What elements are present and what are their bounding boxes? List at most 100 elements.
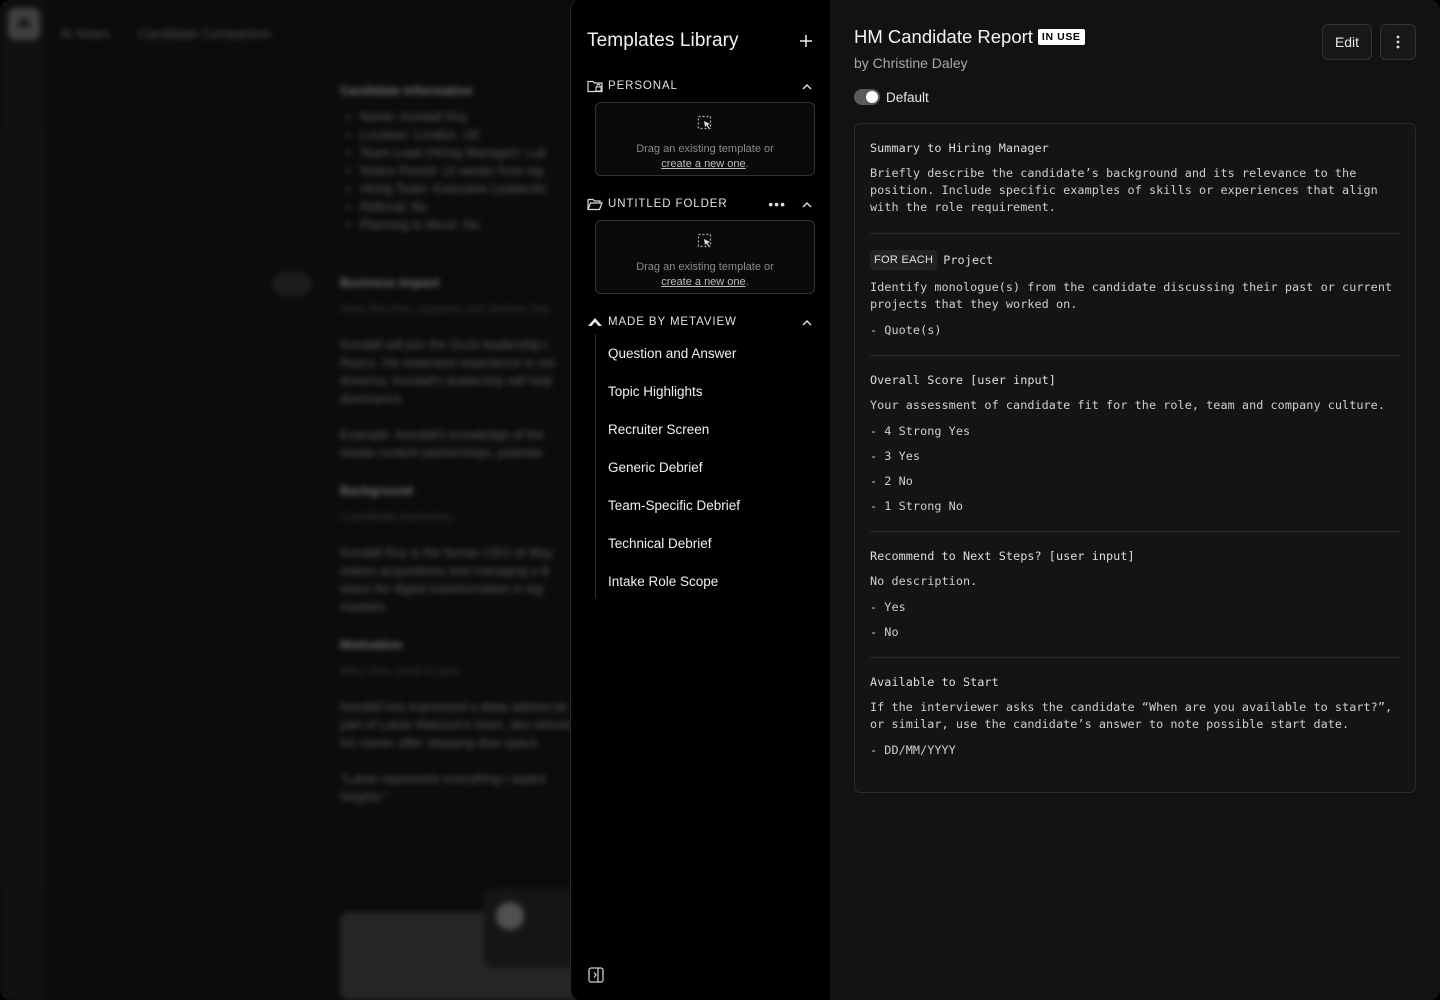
template-item[interactable]: Recruiter Screen xyxy=(596,410,815,448)
template-section: Overall Score [user input] Your assessme… xyxy=(870,356,1400,532)
drag-select-icon xyxy=(697,233,712,248)
breadcrumb: AI Notes Candidate Comparison xyxy=(60,26,271,41)
untitled-folder-dropzone[interactable]: Drag an existing template or create a ne… xyxy=(595,220,815,294)
section-untitled-folder[interactable]: UNTITLED FOLDER ••• xyxy=(587,195,814,213)
chevron-up-icon[interactable] xyxy=(800,197,814,211)
dropzone-link-line: create a new one. xyxy=(596,275,814,290)
recording-control xyxy=(484,888,580,968)
background-counter-pill xyxy=(272,272,312,296)
default-toggle[interactable] xyxy=(854,89,880,105)
add-template-button[interactable] xyxy=(796,31,816,51)
chevron-up-icon[interactable] xyxy=(800,79,814,93)
doc-subheading: How this hire supports our bottom line xyxy=(340,302,550,316)
dropzone-link-suffix: . xyxy=(745,276,749,288)
section-option: - 1 Strong No xyxy=(870,499,963,513)
dropzone-link-line: create a new one. xyxy=(596,157,814,172)
breadcrumb-candidate-comparison: Candidate Comparison xyxy=(137,26,271,41)
breadcrumb-ai-notes: AI Notes xyxy=(60,26,110,41)
section-personal[interactable]: PERSONAL xyxy=(587,77,814,95)
template-section: Summary to Hiring Manager Briefly descri… xyxy=(870,124,1400,234)
section-option: - 2 No xyxy=(870,474,913,488)
drag-select-icon xyxy=(697,115,712,130)
doc-list-item: Planning to Move: No xyxy=(340,216,580,234)
section-option: - Yes xyxy=(870,600,906,614)
section-description: Your assessment of candidate fit for the… xyxy=(870,398,1385,412)
dropzone-link-suffix: . xyxy=(745,158,749,170)
templates-library-panel: Templates Library PERSONAL Drag an exist… xyxy=(570,0,830,1000)
section-label: PERSONAL xyxy=(608,80,678,92)
template-section: Recommend to Next Steps? [user input] No… xyxy=(870,532,1400,658)
personal-dropzone[interactable]: Drag an existing template or create a ne… xyxy=(595,102,815,176)
doc-paragraph: Example: Kendall's knowledge of the medi… xyxy=(340,428,544,460)
section-made-by-metaview[interactable]: MADE BY METAVIEW xyxy=(587,313,814,331)
plus-icon xyxy=(800,35,812,47)
template-sections-card: Summary to Hiring Manager Briefly descri… xyxy=(854,123,1416,793)
section-option: - DD/MM/YYYY xyxy=(870,743,956,757)
section-option: - No xyxy=(870,625,899,639)
section-description: If the interviewer asks the candidate “W… xyxy=(870,700,1393,731)
library-header: Templates Library xyxy=(587,28,816,54)
section-description: Identify monologue(s) from the candidate… xyxy=(870,280,1393,311)
dropzone-text: Drag an existing template or xyxy=(636,143,774,155)
doc-paragraph: Kendall will join the GoJo leadership t … xyxy=(340,338,556,406)
metaview-template-list: Question and Answer Topic Highlights Rec… xyxy=(595,334,815,598)
template-item[interactable]: Team-Specific Debrief xyxy=(596,486,815,524)
create-new-template-link[interactable]: create a new one xyxy=(661,158,745,170)
template-section: Available to Start If the interviewer as… xyxy=(870,658,1400,775)
chevron-up-icon[interactable] xyxy=(800,315,814,329)
doc-list-item: Notice Period: 12 weeks from sig xyxy=(340,162,580,180)
doc-heading: Business Impact xyxy=(340,276,440,290)
section-option: - 4 Strong Yes xyxy=(870,424,971,438)
section-label: MADE BY METAVIEW xyxy=(608,316,737,328)
section-title: Available to Start xyxy=(870,675,999,689)
template-item[interactable]: Question and Answer xyxy=(596,334,815,372)
template-item[interactable]: Intake Role Scope xyxy=(596,562,815,600)
template-item[interactable]: Technical Debrief xyxy=(596,524,815,562)
template-section: FOR EACH Project Identify monologue(s) f… xyxy=(870,234,1400,356)
section-option: - Quote(s) xyxy=(870,323,942,337)
section-title-row: FOR EACH Project xyxy=(870,250,1400,270)
default-toggle-label: Default xyxy=(886,89,929,105)
doc-paragraph: Kendall Roy is the former CEO of Way sta… xyxy=(340,546,553,614)
more-options-button[interactable] xyxy=(1380,24,1416,60)
doc-heading: Candidate Information xyxy=(340,84,473,98)
collapse-panel-icon[interactable] xyxy=(587,966,605,984)
template-detail-panel: HM Candidate Report IN USE by Christine … xyxy=(830,0,1440,1000)
more-vertical-icon xyxy=(1396,35,1400,49)
in-use-badge: IN USE xyxy=(1037,29,1085,45)
doc-paragraph: "Lukas represents everything I aspire he… xyxy=(340,772,546,804)
folder-open-icon xyxy=(587,198,603,211)
doc-heading: Background xyxy=(340,484,413,498)
app-logo-icon xyxy=(8,8,40,40)
report-title: HM Candidate Report xyxy=(854,26,1033,47)
doc-list-item: Location: London, UK xyxy=(340,126,580,144)
create-new-template-link[interactable]: create a new one xyxy=(661,276,745,288)
section-title: Project xyxy=(943,253,994,267)
doc-heading: Motivation xyxy=(340,638,403,652)
dropzone-text: Drag an existing template or xyxy=(636,261,774,273)
report-title-row: HM Candidate Report IN USE xyxy=(854,26,1085,48)
metaview-logo-icon xyxy=(588,318,602,326)
doc-list-item: Name: Kendall Roy xyxy=(340,108,580,126)
library-title: Templates Library xyxy=(587,30,739,51)
section-label: UNTITLED FOLDER xyxy=(608,198,728,210)
section-title: Overall Score [user input] xyxy=(870,373,1056,387)
doc-list-item: Team Lead (Hiring Manager): Luk xyxy=(340,144,580,162)
doc-subheading: Candidate backstory xyxy=(340,510,454,524)
report-author: by Christine Daley xyxy=(854,55,968,71)
template-item[interactable]: Topic Highlights xyxy=(596,372,815,410)
folder-lock-icon xyxy=(587,80,603,93)
background-document: Candidate Information Name: Kendall Roy … xyxy=(340,82,580,824)
section-description: Briefly describe the candidate’s backgro… xyxy=(870,166,1378,214)
section-description: No description. xyxy=(870,574,978,588)
default-toggle-row: Default xyxy=(854,89,929,105)
doc-subheading: Why they want to join xyxy=(340,664,459,678)
more-horizontal-icon[interactable]: ••• xyxy=(768,197,786,211)
doc-paragraph: Kendall has expressed a deep admira be p… xyxy=(340,700,578,750)
template-item[interactable]: Generic Debrief xyxy=(596,448,815,486)
doc-list-item: Hiring Team: Executive Leadershi xyxy=(340,180,580,198)
edit-button[interactable]: Edit xyxy=(1322,24,1372,60)
section-option: - 3 Yes xyxy=(870,449,921,463)
section-title: Recommend to Next Steps? [user input] xyxy=(870,549,1135,563)
doc-list-item: Referral: No xyxy=(340,198,580,216)
